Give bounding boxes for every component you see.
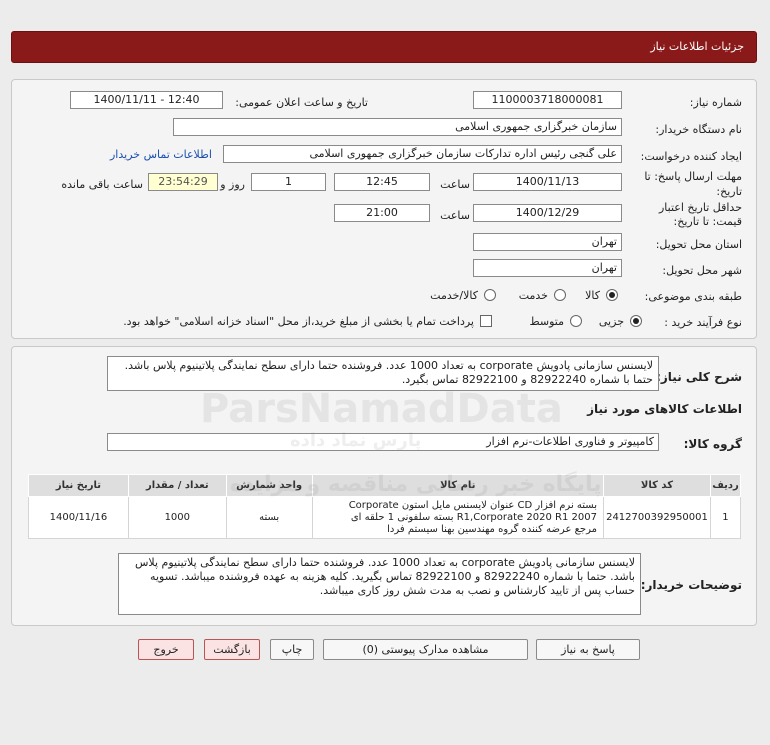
buyer-org-label: نام دستگاه خریدار: — [655, 123, 742, 136]
remaining-timer: 23:54:29 — [148, 173, 218, 191]
category-label: طبقه بندی موضوعی: — [644, 290, 742, 303]
cell-name-line3: مرجع عرضه کننده گروه مهندسین بهنا سیستم … — [387, 523, 597, 535]
days-field: 1 — [251, 173, 326, 191]
creator-label: ایجاد کننده درخواست: — [640, 150, 742, 163]
cell-row: 1 — [709, 496, 742, 539]
category-option-both: کالا/خدمت — [430, 289, 478, 302]
delivery-city-field: تهران — [473, 259, 622, 277]
category-radio-goods[interactable] — [606, 289, 618, 301]
validity-date-field: 1400/12/29 — [473, 204, 622, 222]
purchase-radio-medium[interactable] — [570, 315, 582, 327]
cell-name-line1: بسته نرم افزار CD عنوان لایسنس مایل استو… — [348, 499, 597, 511]
cell-qty: 1000 — [127, 496, 227, 539]
validity-time-label: ساعت — [440, 209, 470, 222]
cell-name-line2: 2007 R1,Corporate 2020 R1 بسته سلفونی 1 … — [350, 511, 597, 523]
announce-field: 1400/11/11 - 12:40 — [70, 91, 223, 109]
treasury-payment-note: پرداخت تمام یا بخشی از مبلغ خرید،از محل … — [123, 315, 474, 328]
days-label: روز و — [220, 178, 245, 191]
buyer-contact-link[interactable]: اطلاعات تماس خریدار — [110, 148, 212, 161]
purchase-option-medium: متوسط — [529, 315, 564, 328]
watermark-line1: پایگاه خبر رسانی مناقصه و مزایده — [230, 472, 602, 497]
purchase-radio-minor[interactable] — [630, 315, 642, 327]
goods-group-label: گروه کالا: — [683, 437, 742, 451]
col-qty: تعداد / مقدار — [127, 474, 227, 497]
category-radio-service[interactable] — [554, 289, 566, 301]
purchase-type-label: نوع فرآیند خرید : — [664, 316, 742, 329]
view-attachments-button[interactable]: مشاهده مدارک پیوستی (0) — [323, 639, 528, 660]
announce-label: تاریخ و ساعت اعلان عمومی: — [235, 96, 368, 109]
remaining-label: ساعت باقی مانده — [61, 178, 143, 191]
purchase-option-minor: جزیی — [598, 315, 624, 328]
buyer-notes-text: لایسنس سازمانی پادویش corporate به تعداد… — [118, 553, 641, 615]
exit-button[interactable]: خروج — [138, 639, 194, 660]
col-row: ردیف — [709, 474, 742, 497]
cell-unit: بسته — [225, 496, 313, 539]
validity-label-date: قیمت: تا تاریخ: — [673, 215, 742, 228]
validity-time-field: 21:00 — [334, 204, 430, 222]
need-number-field: 1100003718000081 — [473, 91, 622, 109]
reply-button[interactable]: پاسخ به نیاز — [536, 639, 640, 660]
buyer-notes-label: توضیحات خریدار: — [640, 578, 742, 592]
watermark-line2: پارس نماد داده — [290, 430, 422, 451]
col-code: کد کالا — [602, 474, 711, 497]
summary-label: شرح کلی نیاز: — [656, 370, 742, 384]
goods-section-title: اطلاعات کالاهای مورد نیاز — [587, 402, 742, 416]
page-header: جزئیات اطلاعات نیاز — [11, 31, 757, 63]
treasury-payment-checkbox[interactable] — [480, 315, 492, 327]
deadline-time-label: ساعت — [440, 178, 470, 191]
buyer-org-field: سازمان خبرگزاری جمهوری اسلامی — [173, 118, 622, 136]
cell-name: بسته نرم افزار CD عنوان لایسنس مایل استو… — [311, 496, 604, 539]
category-radio-both[interactable] — [484, 289, 496, 301]
page-title: جزئیات اطلاعات نیاز — [650, 40, 744, 53]
back-button[interactable]: بازگشت — [204, 639, 260, 660]
delivery-province-label: استان محل تحویل: — [655, 238, 742, 251]
print-button[interactable]: چاپ — [270, 639, 314, 660]
validity-label: حداقل تاریخ اعتبار — [658, 201, 742, 214]
deadline-label-date: تاریخ: — [716, 185, 742, 198]
deadline-time-field: 12:45 — [334, 173, 430, 191]
creator-field: علی گنجی رئیس اداره تدارکات سازمان خبرگز… — [223, 145, 622, 163]
deadline-date-field: 1400/11/13 — [473, 173, 622, 191]
table-row: 1400/11/16 1000 بسته بسته نرم افزار CD ع… — [28, 496, 742, 539]
cell-code: 2412700392950001 — [602, 496, 711, 539]
category-option-goods: کالا — [585, 289, 600, 302]
cell-date: 1400/11/16 — [28, 496, 129, 539]
deadline-label: مهلت ارسال پاسخ: تا — [644, 170, 742, 183]
watermark-brand: ParsNamadData — [200, 386, 563, 432]
category-option-service: خدمت — [518, 289, 548, 302]
need-number-label: شماره نیاز: — [689, 96, 742, 109]
col-date: تاریخ نیاز — [28, 474, 129, 497]
delivery-province-field: تهران — [473, 233, 622, 251]
delivery-city-label: شهر محل تحویل: — [662, 264, 742, 277]
